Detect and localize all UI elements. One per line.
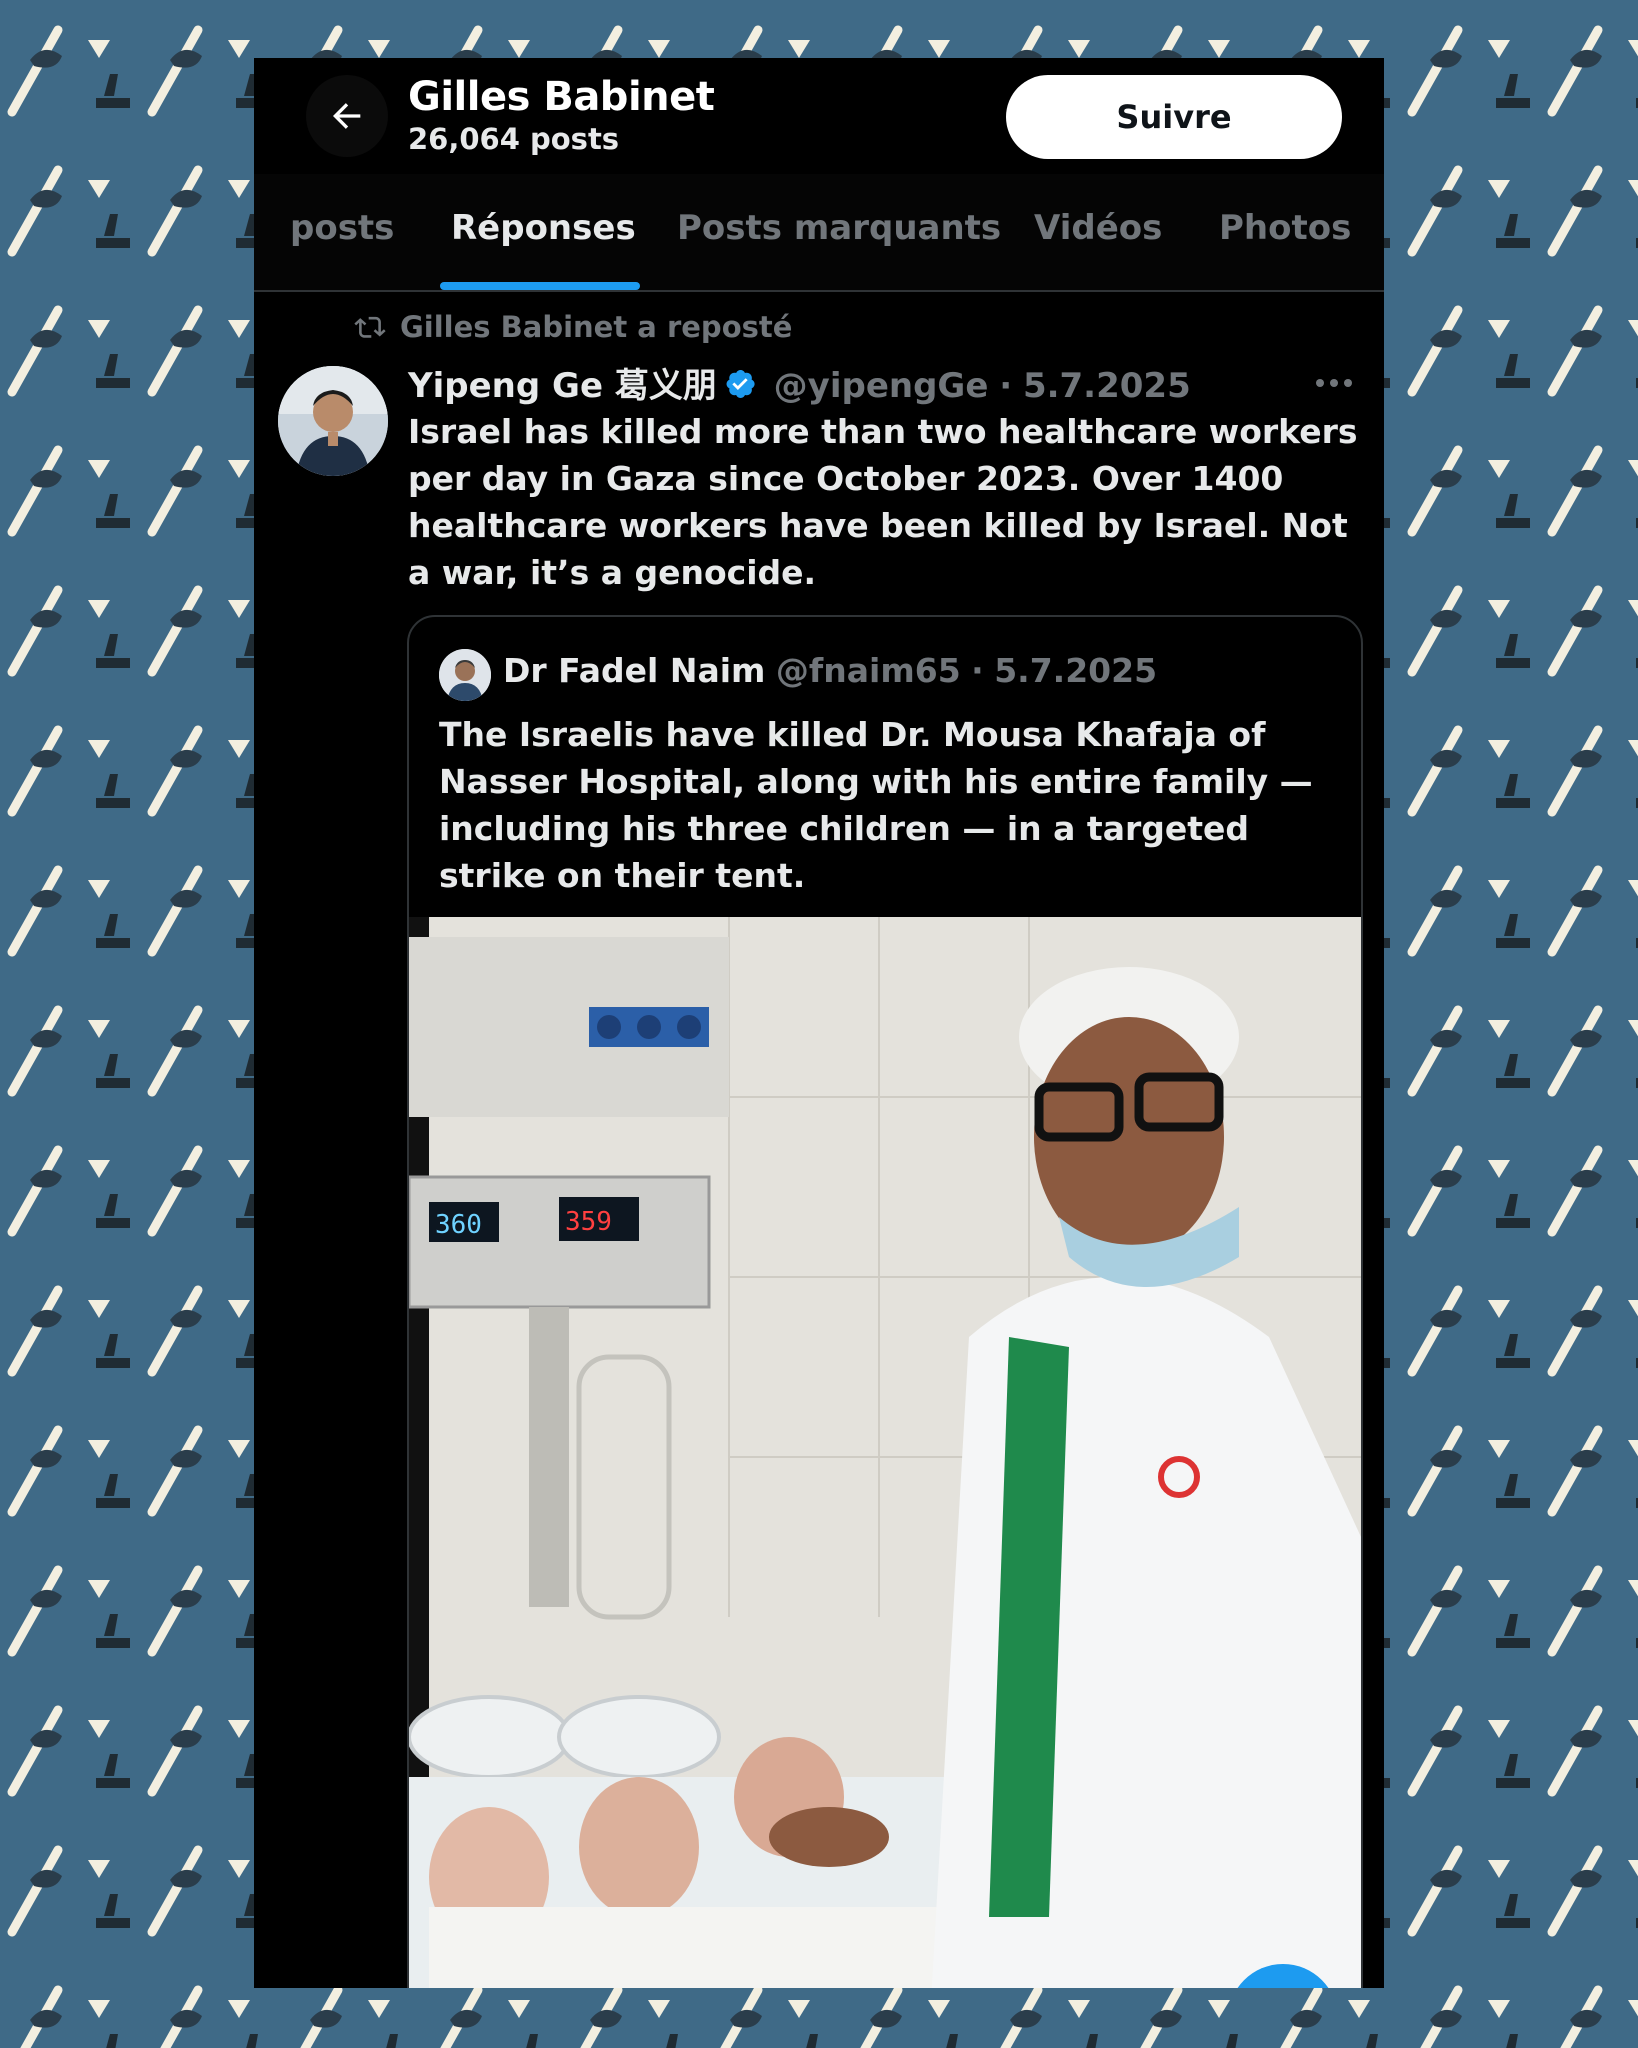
quoted-tweet[interactable]: Dr Fadel Naim @fnaim65 · 5.7.2025 The Is… xyxy=(407,615,1363,1988)
tab-highlights[interactable]: Posts marquants xyxy=(677,208,1001,248)
quote-photo[interactable]: 360 359 xyxy=(409,917,1361,1988)
back-button[interactable] xyxy=(306,75,388,157)
post-count: 26,064 posts xyxy=(408,122,620,156)
tab-replies[interactable]: Réponses xyxy=(451,208,636,248)
svg-text:360: 360 xyxy=(435,1210,482,1240)
tab-videos[interactable]: Vidéos xyxy=(1034,208,1162,248)
tweet-text: Israel has killed more than two healthca… xyxy=(408,412,1358,592)
arrow-left-icon xyxy=(333,103,361,129)
repost-icon xyxy=(354,312,386,346)
tab-posts[interactable]: posts xyxy=(290,208,394,248)
tab-photos[interactable]: Photos xyxy=(1219,208,1351,248)
quote-author-avatar xyxy=(439,649,491,701)
active-tab-indicator xyxy=(440,282,640,290)
separator-dot: · xyxy=(971,651,984,690)
profile-name: Gilles Babinet xyxy=(408,74,715,120)
author-line: Yipeng Ge 葛义朋 @yipengGe · 5.7.2025 xyxy=(408,358,1191,410)
quote-post-date: 5.7.2025 xyxy=(994,651,1158,690)
repost-indicator: Gilles Babinet a reposté xyxy=(354,310,792,346)
profile-screen: Gilles Babinet 26,064 posts Suivre posts… xyxy=(254,58,1384,1988)
profile-header: Gilles Babinet 26,064 posts Suivre xyxy=(254,58,1384,174)
quote-author-handle: @fnaim65 xyxy=(775,651,961,690)
author-avatar[interactable] xyxy=(278,366,388,476)
profile-tabs: posts Réponses Posts marquants Vidéos Ph… xyxy=(254,174,1384,292)
more-options-icon[interactable] xyxy=(1314,374,1354,393)
quote-author-name: Dr Fadel Naim xyxy=(503,651,766,690)
quote-text: The Israelis have killed Dr. Mousa Khafa… xyxy=(439,715,1313,895)
quote-author-line: Dr Fadel Naim @fnaim65 · 5.7.2025 xyxy=(503,651,1157,690)
svg-text:359: 359 xyxy=(565,1207,612,1237)
separator-dot: · xyxy=(999,366,1013,406)
author-name[interactable]: Yipeng Ge 葛义朋 xyxy=(408,366,717,406)
follow-button[interactable]: Suivre xyxy=(1006,75,1342,159)
repost-text: Gilles Babinet a reposté xyxy=(400,310,793,344)
author-handle[interactable]: @yipengGe xyxy=(774,366,989,406)
post-date[interactable]: 5.7.2025 xyxy=(1023,366,1191,406)
verified-badge-icon xyxy=(723,367,757,410)
